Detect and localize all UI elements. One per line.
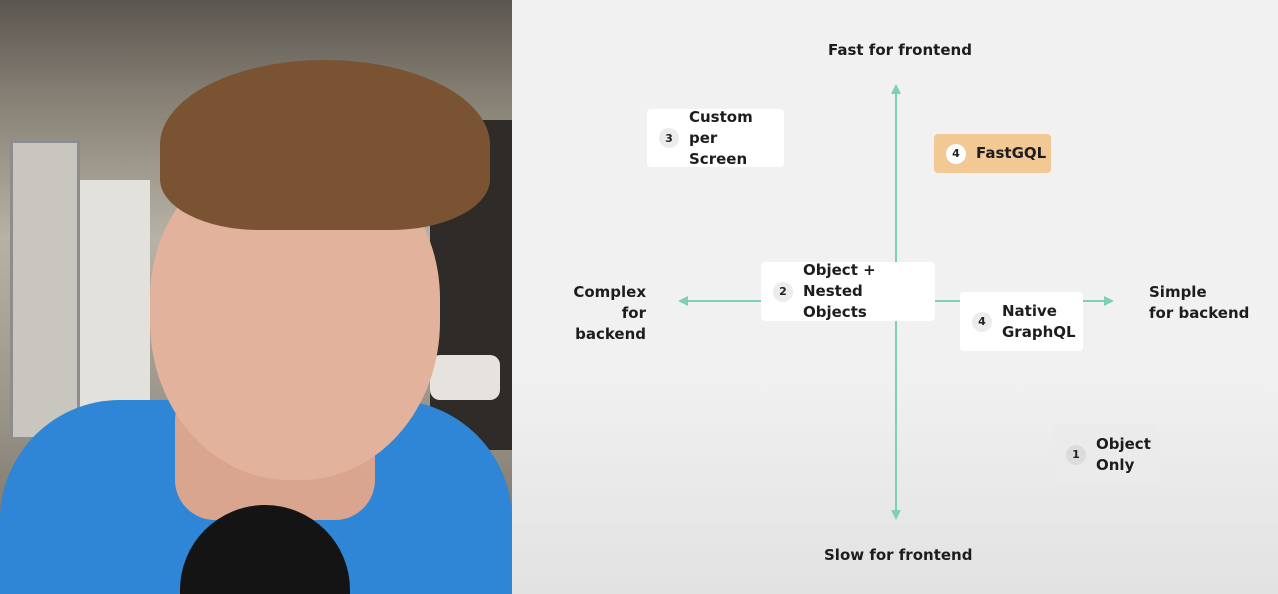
card-number: 4 — [972, 311, 992, 332]
quadrant-diagram: Fast for frontend Slow for frontend Comp… — [512, 0, 1278, 594]
arrow-left-icon — [678, 296, 688, 306]
axis-label-bottom: Slow for frontend — [824, 546, 973, 564]
axis-label-right: Simple for backend — [1149, 283, 1250, 322]
card-label: Object + Nested Objects — [803, 261, 876, 321]
card-label: Custom per Screen — [689, 107, 753, 168]
card-label: Object Only — [1096, 434, 1151, 474]
card-object-only: 1 Object Only — [1054, 425, 1159, 484]
card-number: 4 — [946, 143, 966, 164]
arrow-up-icon — [891, 84, 901, 94]
card-label: FastGQL — [976, 144, 1047, 162]
card-number: 3 — [659, 128, 679, 148]
card-label: Native GraphQL — [1002, 301, 1076, 341]
arrow-down-icon — [891, 510, 901, 520]
card-native-graphql: 4 Native GraphQL — [960, 292, 1083, 351]
axis-label-left: Complex for backend — [573, 283, 646, 343]
hallway — [80, 180, 150, 430]
card-number: 2 — [773, 281, 793, 302]
arrow-right-icon — [1104, 296, 1114, 306]
card-number: 1 — [1066, 444, 1086, 465]
axis-label-top: Fast for frontend — [828, 41, 972, 59]
doorway — [10, 140, 80, 440]
hair — [160, 60, 490, 230]
chair — [430, 355, 500, 400]
card-fastgql: 4 FastGQL — [934, 134, 1051, 173]
webcam-video — [0, 0, 512, 594]
card-object-nested-objects: 2 Object + Nested Objects — [761, 261, 935, 321]
card-custom-per-screen: 3 Custom per Screen — [647, 107, 784, 168]
